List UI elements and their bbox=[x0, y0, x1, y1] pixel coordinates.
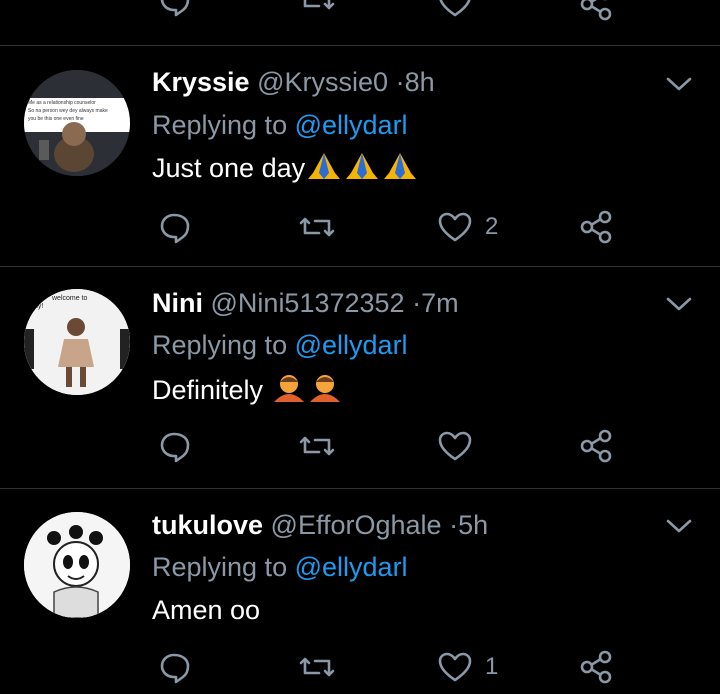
tweet-item[interactable]: Me as a relationship counselor So na per… bbox=[0, 46, 720, 266]
replying-to-label: Replying to bbox=[152, 110, 288, 140]
retweet-icon bbox=[297, 428, 337, 464]
reply-button[interactable] bbox=[156, 209, 192, 245]
chevron-down-icon[interactable] bbox=[664, 516, 694, 536]
separator-dot: · bbox=[395, 67, 405, 97]
retweet-icon[interactable] bbox=[297, 0, 337, 22]
reply-icon bbox=[156, 649, 192, 685]
person-bowing-icon bbox=[271, 372, 307, 412]
like-icon bbox=[437, 209, 473, 245]
retweet-button[interactable] bbox=[297, 649, 337, 685]
retweet-icon bbox=[297, 649, 337, 685]
like-count: 2 bbox=[485, 213, 499, 240]
user-handle[interactable]: @EfforOghale bbox=[271, 510, 442, 540]
tweet-header: Nini @Nini51372352 ·7m bbox=[152, 286, 459, 320]
person-bowing-icon bbox=[307, 372, 343, 412]
previous-tweet-actions bbox=[0, 0, 720, 22]
tweet-text-content: Amen oo bbox=[152, 595, 261, 625]
avatar-caption: So na person wey dey always make bbox=[28, 108, 108, 114]
mention-link[interactable]: @ellydarl bbox=[295, 552, 408, 582]
replying-to-label: Replying to bbox=[152, 330, 288, 360]
timestamp[interactable]: 5h bbox=[458, 510, 488, 540]
display-name[interactable]: Kryssie bbox=[152, 67, 250, 97]
chevron-down-icon[interactable] bbox=[664, 294, 694, 314]
share-icon bbox=[578, 209, 614, 245]
tweet-text: Amen oo bbox=[152, 593, 260, 627]
chevron-down-icon[interactable] bbox=[664, 74, 694, 94]
avatar-caption: ny! bbox=[34, 303, 44, 310]
like-count: 1 bbox=[485, 653, 499, 680]
mention-link[interactable]: @ellydarl bbox=[295, 110, 408, 140]
replying-to: Replying to @ellydarl bbox=[152, 550, 408, 584]
timestamp[interactable]: 7m bbox=[421, 288, 459, 318]
replying-to: Replying to @ellydarl bbox=[152, 328, 408, 362]
separator-dot: · bbox=[412, 288, 422, 318]
mention-link[interactable]: @ellydarl bbox=[295, 330, 408, 360]
avatar[interactable]: Me as a relationship counselor So na per… bbox=[24, 70, 130, 176]
retweet-icon bbox=[297, 209, 337, 245]
retweet-button[interactable] bbox=[297, 428, 337, 464]
display-name[interactable]: Nini bbox=[152, 288, 203, 318]
like-icon[interactable] bbox=[437, 0, 473, 22]
folded-hands-icon bbox=[305, 151, 343, 189]
separator-dot: · bbox=[449, 510, 459, 540]
tweet-header: tukulove @EfforOghale ·5h bbox=[152, 508, 488, 542]
user-handle[interactable]: @Kryssie0 bbox=[257, 67, 388, 97]
retweet-button[interactable] bbox=[297, 209, 337, 245]
share-icon bbox=[578, 649, 614, 685]
user-handle[interactable]: @Nini51372352 bbox=[211, 288, 405, 318]
reply-button[interactable] bbox=[156, 649, 192, 685]
reply-button[interactable] bbox=[156, 428, 192, 464]
display-name[interactable]: tukulove bbox=[152, 510, 263, 540]
avatar-caption: Me as a relationship counselor bbox=[28, 100, 96, 106]
share-button[interactable] bbox=[578, 428, 614, 464]
avatar-caption: welcome to bbox=[52, 295, 88, 302]
tweet-text-content: Definitely bbox=[152, 375, 264, 406]
share-button[interactable] bbox=[578, 209, 614, 245]
tweet-text: Just one day bbox=[152, 151, 419, 189]
tweet-text: Definitely bbox=[152, 372, 343, 412]
like-icon bbox=[437, 649, 473, 685]
avatar-caption: you be this one even fine bbox=[28, 116, 84, 122]
folded-hands-icon bbox=[381, 151, 419, 189]
like-button[interactable]: 1 bbox=[437, 649, 498, 685]
like-button[interactable]: 2 bbox=[437, 209, 498, 245]
share-button[interactable] bbox=[578, 649, 614, 685]
like-icon bbox=[437, 428, 473, 464]
timestamp[interactable]: 8h bbox=[405, 67, 435, 97]
tweet-item[interactable]: welcome to ny! Nini @Nini51372352 ·7m Re… bbox=[0, 267, 720, 487]
share-icon bbox=[578, 428, 614, 464]
avatar[interactable]: welcome to ny! bbox=[24, 289, 130, 395]
reply-icon[interactable] bbox=[156, 0, 192, 22]
reply-icon bbox=[156, 428, 192, 464]
folded-hands-icon bbox=[343, 151, 381, 189]
replying-to: Replying to @ellydarl bbox=[152, 108, 408, 142]
tweet-item[interactable]: tukulove @EfforOghale ·5h Replying to @e… bbox=[0, 489, 720, 694]
tweet-header: Kryssie @Kryssie0 ·8h bbox=[152, 65, 435, 99]
avatar[interactable] bbox=[24, 512, 130, 618]
tweet-text-content: Just one day bbox=[152, 153, 306, 184]
reply-icon bbox=[156, 209, 192, 245]
like-button[interactable] bbox=[437, 428, 485, 464]
replying-to-label: Replying to bbox=[152, 552, 288, 582]
share-icon[interactable] bbox=[578, 0, 614, 22]
